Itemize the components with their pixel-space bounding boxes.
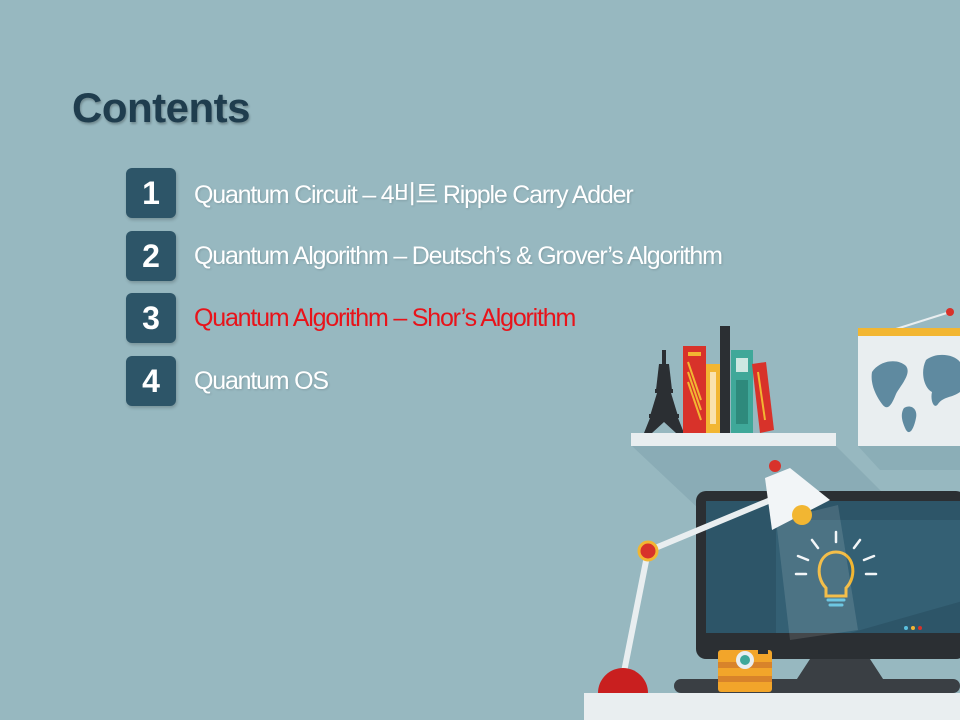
desk-illustration [584, 308, 960, 720]
desk [584, 693, 960, 720]
eiffel-tower-icon [644, 350, 684, 433]
camera-icon [718, 648, 772, 692]
books-icon [683, 326, 774, 433]
world-map-icon [858, 308, 960, 470]
